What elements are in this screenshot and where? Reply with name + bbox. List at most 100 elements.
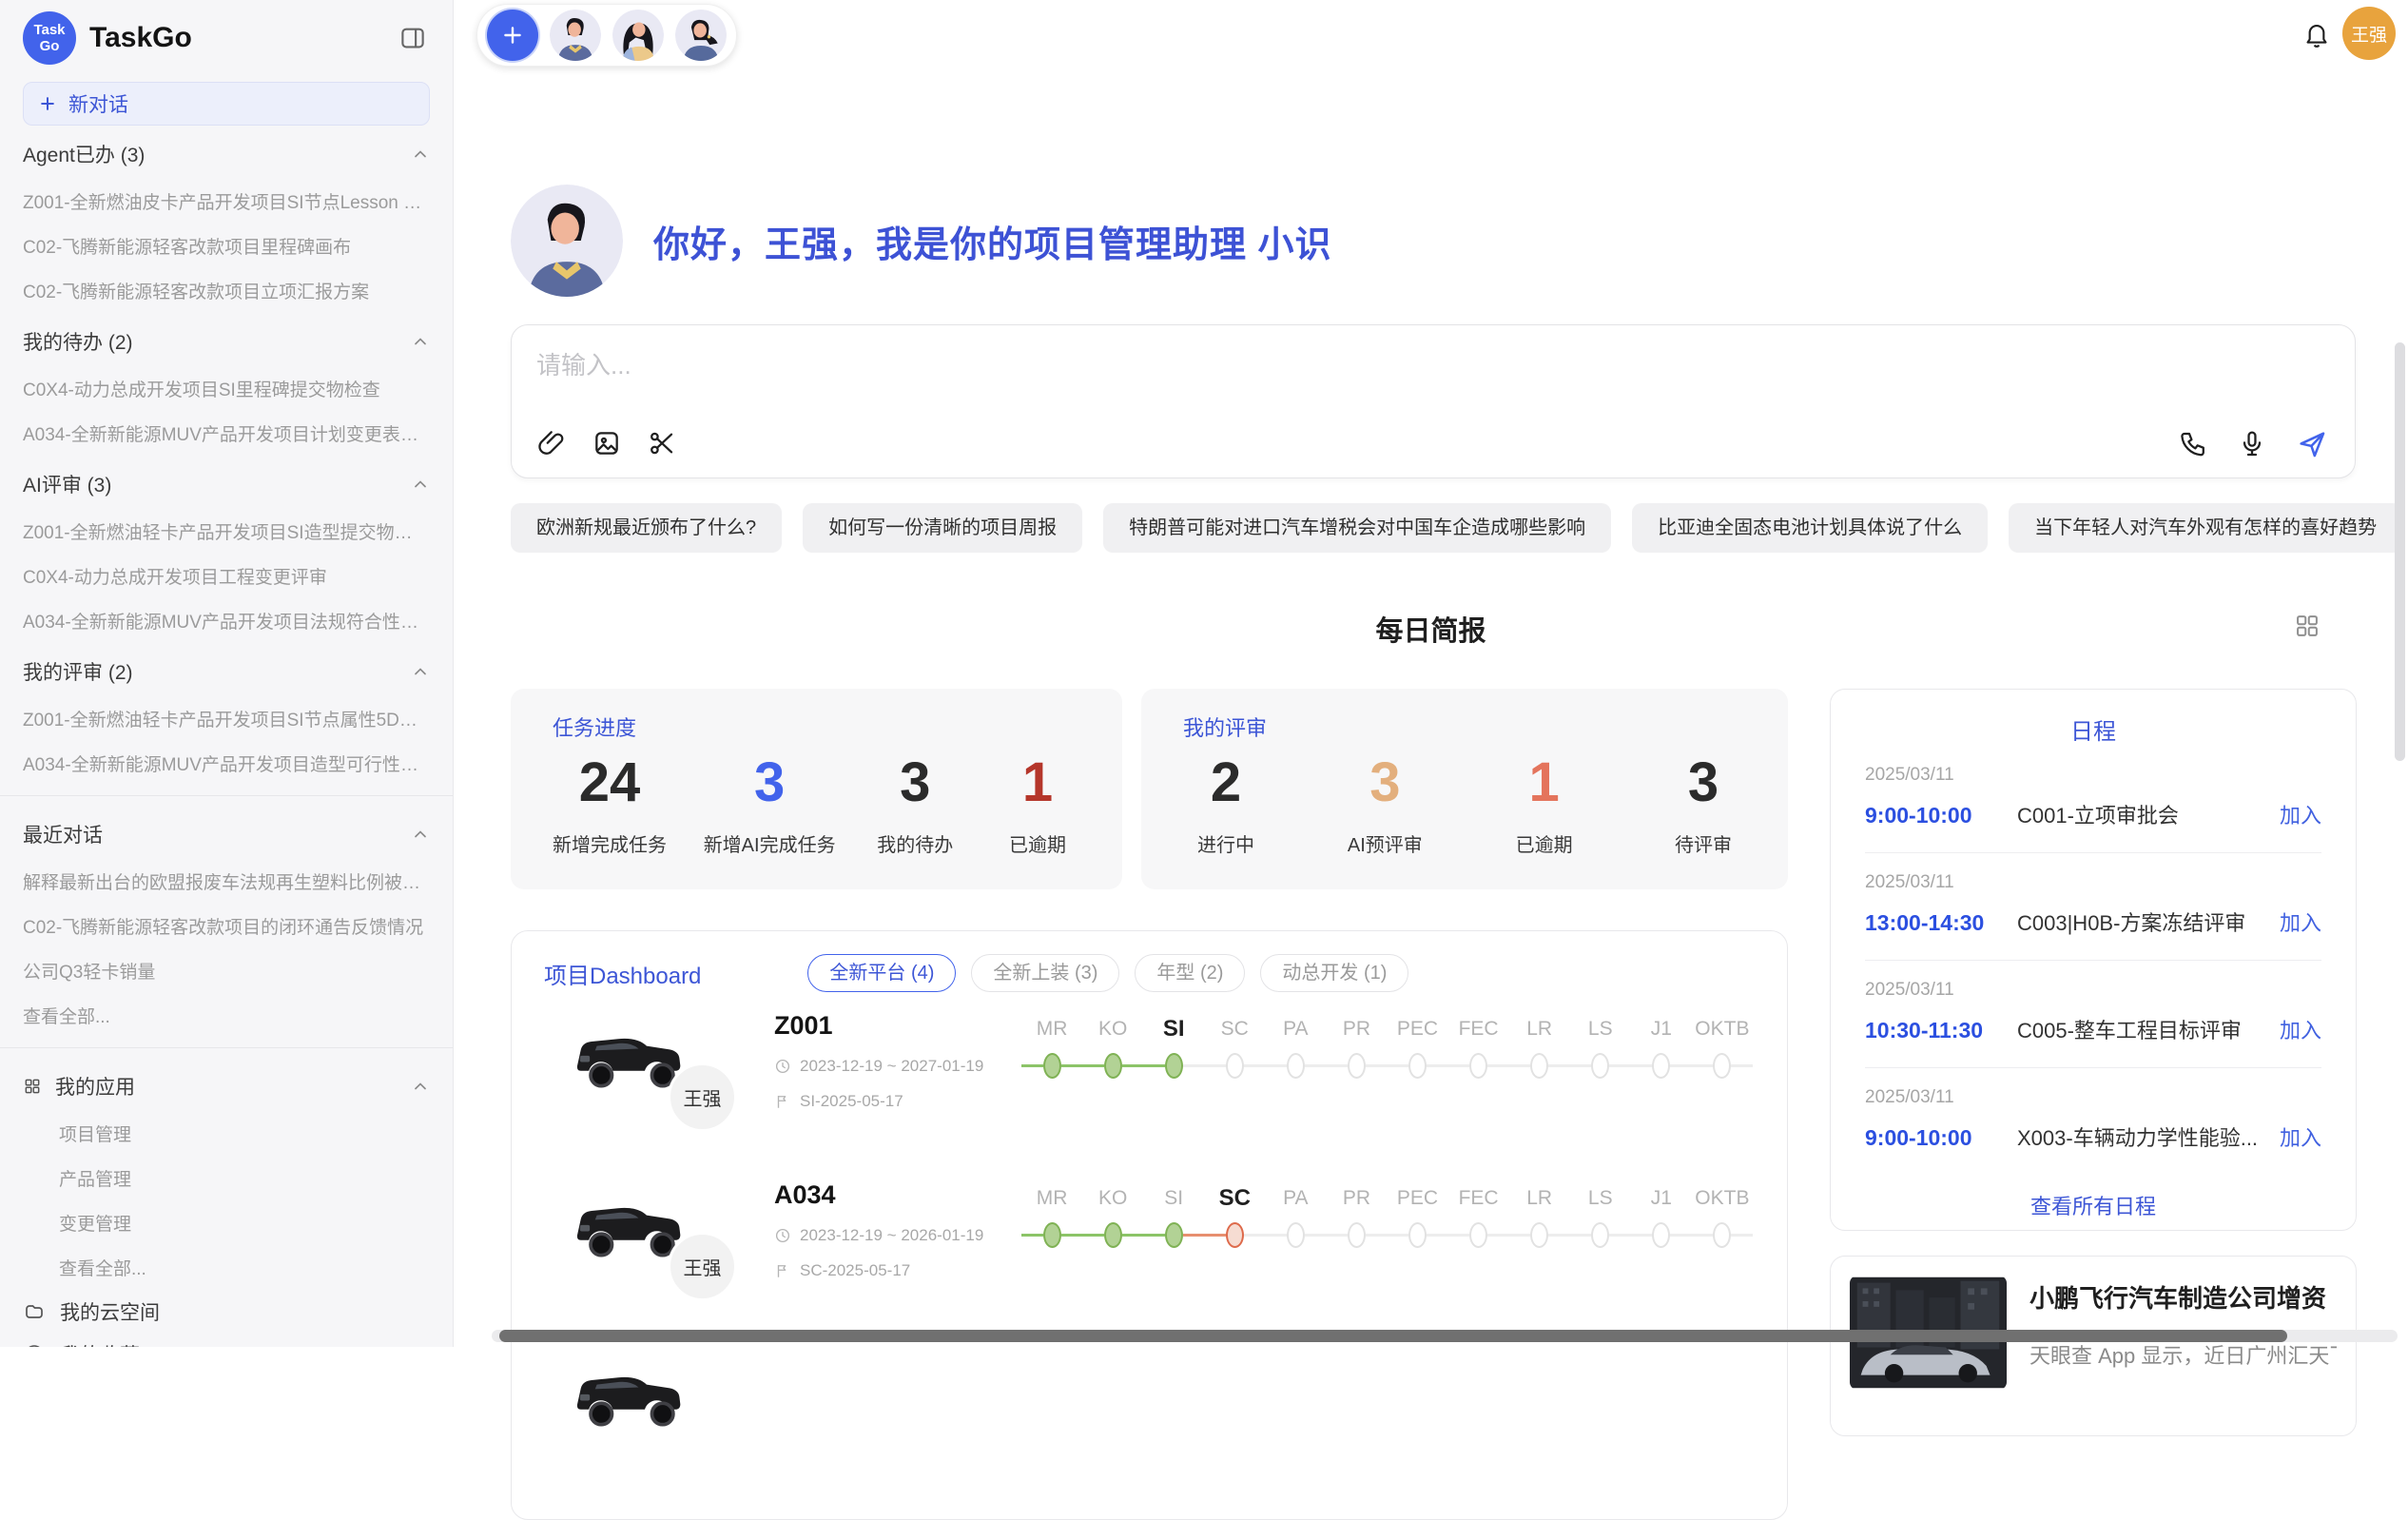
notification-bell-icon[interactable] bbox=[2301, 19, 2332, 49]
event-join-link[interactable]: 加入 bbox=[2280, 906, 2321, 937]
brief-layout-icon[interactable] bbox=[2294, 613, 2321, 639]
new-chat-button[interactable]: 新对话 bbox=[23, 82, 430, 126]
sidebar-item-favorites[interactable]: 我的收藏 bbox=[23, 1333, 430, 1347]
milestone-dot bbox=[1591, 1222, 1609, 1248]
sidebar-task-item[interactable]: Z001-全新燃油轻卡产品开发项目SI节点属性5D文件评审 bbox=[23, 696, 430, 741]
sidebar-task-item[interactable]: A034-全新新能源MUV产品开发项目计划变更表编写 bbox=[23, 411, 430, 456]
recent-chat-item[interactable]: 公司Q3轻卡销量 bbox=[23, 948, 430, 993]
chevron-up-icon[interactable] bbox=[411, 1077, 430, 1096]
event-join-link[interactable]: 加入 bbox=[2280, 1121, 2321, 1152]
view-all-schedule-link[interactable]: 查看所有日程 bbox=[1831, 1190, 2356, 1220]
section-header[interactable]: 我的待办 (2) bbox=[23, 313, 430, 366]
suggestion-chip[interactable]: 比亚迪全固态电池计划具体说了什么 bbox=[1632, 503, 1988, 553]
schedule-event: 2025/03/11 9:00-10:00 X003-车辆动力学性能验... 加… bbox=[1831, 1068, 2356, 1175]
sidebar-task-item[interactable]: Z001-全新燃油皮卡产品开发项目SI节点Lesson Learn报告 bbox=[23, 179, 430, 224]
milestone-label: FEC bbox=[1448, 1015, 1509, 1043]
recent-view-all-link[interactable]: 查看全部... bbox=[23, 993, 430, 1038]
milestone-dot bbox=[1043, 1053, 1061, 1079]
milestone: MR bbox=[1021, 1184, 1082, 1251]
stat-label: 新增AI完成任务 bbox=[704, 829, 836, 857]
suggestion-chip[interactable]: 特朗普可能对进口汽车增税会对中国车企造成哪些影响 bbox=[1103, 503, 1611, 553]
event-title: C003|H0B-方案冻结评审 bbox=[2017, 906, 2264, 937]
send-icon[interactable] bbox=[2296, 428, 2326, 458]
sidebar-task-item[interactable]: C0X4-动力总成开发项目SI里程碑提交物检查 bbox=[23, 366, 430, 411]
milestone: SC bbox=[1204, 1184, 1265, 1251]
event-join-link[interactable]: 加入 bbox=[2280, 799, 2321, 829]
suggestion-chip[interactable]: 当下年轻人对汽车外观有怎样的喜好趋势 bbox=[2009, 503, 2402, 553]
my-apps-header[interactable]: 我的应用 bbox=[23, 1058, 430, 1111]
project-row[interactable]: 王强 A034 2023-12-19 ~ 2026-01-19 SC-2025-… bbox=[512, 1161, 1787, 1331]
chevron-up-icon[interactable] bbox=[411, 332, 430, 351]
sidebar-task-item[interactable]: C02-飞腾新能源轻客改款项目里程碑画布 bbox=[23, 224, 430, 268]
new-session-button[interactable] bbox=[487, 10, 538, 61]
app-item[interactable]: 产品管理 bbox=[23, 1156, 430, 1200]
dashboard-tab[interactable]: 动总开发 (1) bbox=[1260, 954, 1408, 992]
stat-value: 2 bbox=[1183, 751, 1269, 814]
microphone-icon[interactable] bbox=[2237, 428, 2267, 458]
message-input[interactable] bbox=[536, 346, 1678, 384]
sidebar-item-cloud-space[interactable]: 我的云空间 bbox=[23, 1290, 430, 1333]
sidebar-task-item[interactable]: C02-飞腾新能源轻客改款项目立项汇报方案 bbox=[23, 268, 430, 313]
milestone-dot bbox=[1226, 1222, 1244, 1248]
milestone-label: PEC bbox=[1387, 1184, 1447, 1213]
project-row[interactable]: 王强 Z001 2023-12-19 ~ 2027-01-19 SI-2025-… bbox=[512, 992, 1787, 1161]
milestone-label: LS bbox=[1570, 1015, 1631, 1043]
milestone-label: SI bbox=[1143, 1184, 1204, 1213]
news-card[interactable]: 小鹏飞行汽车制造公司增资 天眼查 App 显示，近日广州汇天飞行汽... bbox=[1830, 1256, 2357, 1436]
app-item[interactable]: 变更管理 bbox=[23, 1200, 430, 1245]
user-avatar[interactable]: 王强 bbox=[2342, 7, 2396, 60]
section-header[interactable]: Agent已办 (3) bbox=[23, 126, 430, 179]
stat-value: 1 bbox=[1502, 751, 1587, 814]
recent-chats-header[interactable]: 最近对话 bbox=[23, 806, 430, 859]
milestone-label: LR bbox=[1509, 1015, 1570, 1043]
chevron-up-icon[interactable] bbox=[411, 825, 430, 844]
dashboard-tab[interactable]: 年型 (2) bbox=[1135, 954, 1245, 992]
chevron-up-icon[interactable] bbox=[411, 475, 430, 494]
scissors-icon[interactable] bbox=[647, 428, 677, 458]
sidebar-task-item[interactable]: Z001-全新燃油轻卡产品开发项目SI造型提交物评审 bbox=[23, 509, 430, 554]
project-row-partial[interactable] bbox=[512, 1331, 1787, 1500]
project-owner-badge: 王强 bbox=[668, 1062, 737, 1132]
event-join-link[interactable]: 加入 bbox=[2280, 1014, 2321, 1044]
session-avatar-2[interactable] bbox=[612, 10, 664, 61]
my-review-card: 我的评审 2 进行中 3 AI预评审 1 已逾期 3 待评审 bbox=[1141, 689, 1788, 889]
chevron-up-icon[interactable] bbox=[411, 145, 430, 164]
greeting-text: 你好，王强，我是你的项目管理助理 小识 bbox=[653, 215, 1332, 267]
dashboard-tab[interactable]: 全新平台 (4) bbox=[807, 954, 956, 992]
sidebar-task-item[interactable]: A034-全新新能源MUV产品开发项目造型可行性评审 bbox=[23, 741, 430, 786]
voice-call-icon[interactable] bbox=[2178, 428, 2208, 458]
apps-view-all-link[interactable]: 查看全部... bbox=[23, 1245, 430, 1290]
milestone: PEC bbox=[1387, 1015, 1447, 1082]
session-avatar-3[interactable] bbox=[675, 10, 727, 61]
milestone-label: PR bbox=[1326, 1015, 1387, 1043]
milestone: KO bbox=[1082, 1184, 1143, 1251]
attachment-icon[interactable] bbox=[536, 428, 567, 458]
milestone-dot bbox=[1530, 1053, 1548, 1079]
recent-chat-item[interactable]: C02-飞腾新能源轻客改款项目的闭环通告反馈情况 bbox=[23, 904, 430, 948]
dashboard-tabs: 全新平台 (4) 全新上装 (3) 年型 (2) 动总开发 (1) bbox=[807, 954, 1408, 992]
app-item[interactable]: 项目管理 bbox=[23, 1111, 430, 1156]
chevron-up-icon[interactable] bbox=[411, 662, 430, 681]
milestone-label: MR bbox=[1021, 1015, 1082, 1043]
section-header[interactable]: AI评审 (3) bbox=[23, 456, 430, 509]
horizontal-scrollbar-thumb[interactable] bbox=[499, 1330, 2287, 1342]
milestone: PA bbox=[1265, 1015, 1326, 1082]
suggestion-chip[interactable]: 欧洲新规最近颁布了什么? bbox=[511, 503, 782, 553]
suggestion-chip[interactable]: 如何写一份清晰的项目周报 bbox=[803, 503, 1082, 553]
event-title: C001-立项审批会 bbox=[2017, 799, 2264, 829]
section-title: AI评审 (3) bbox=[23, 470, 111, 498]
vertical-scrollbar-thumb[interactable] bbox=[2395, 342, 2405, 761]
sidebar-task-item[interactable]: A034-全新新能源MUV产品开发项目法规符合性评审 bbox=[23, 598, 430, 643]
dashboard-tab[interactable]: 全新上装 (3) bbox=[971, 954, 1119, 992]
section-header[interactable]: 我的评审 (2) bbox=[23, 643, 430, 696]
stat-value: 3 bbox=[704, 751, 836, 814]
sidebar-task-item[interactable]: C0X4-动力总成开发项目工程变更评审 bbox=[23, 554, 430, 598]
session-avatar-1[interactable] bbox=[550, 10, 601, 61]
sidebar-section: 我的评审 (2) Z001-全新燃油轻卡产品开发项目SI节点属性5D文件评审A0… bbox=[23, 643, 430, 786]
image-icon[interactable] bbox=[592, 428, 622, 458]
milestone-dot bbox=[1287, 1053, 1305, 1079]
milestone-label: OKTB bbox=[1692, 1184, 1753, 1213]
collapse-sidebar-icon[interactable] bbox=[396, 21, 430, 55]
recent-chat-item[interactable]: 解释最新出台的欧盟报废车法规再生塑料比例被调至15%... bbox=[23, 859, 430, 904]
sidebar-header: Task Go TaskGo bbox=[23, 8, 430, 68]
